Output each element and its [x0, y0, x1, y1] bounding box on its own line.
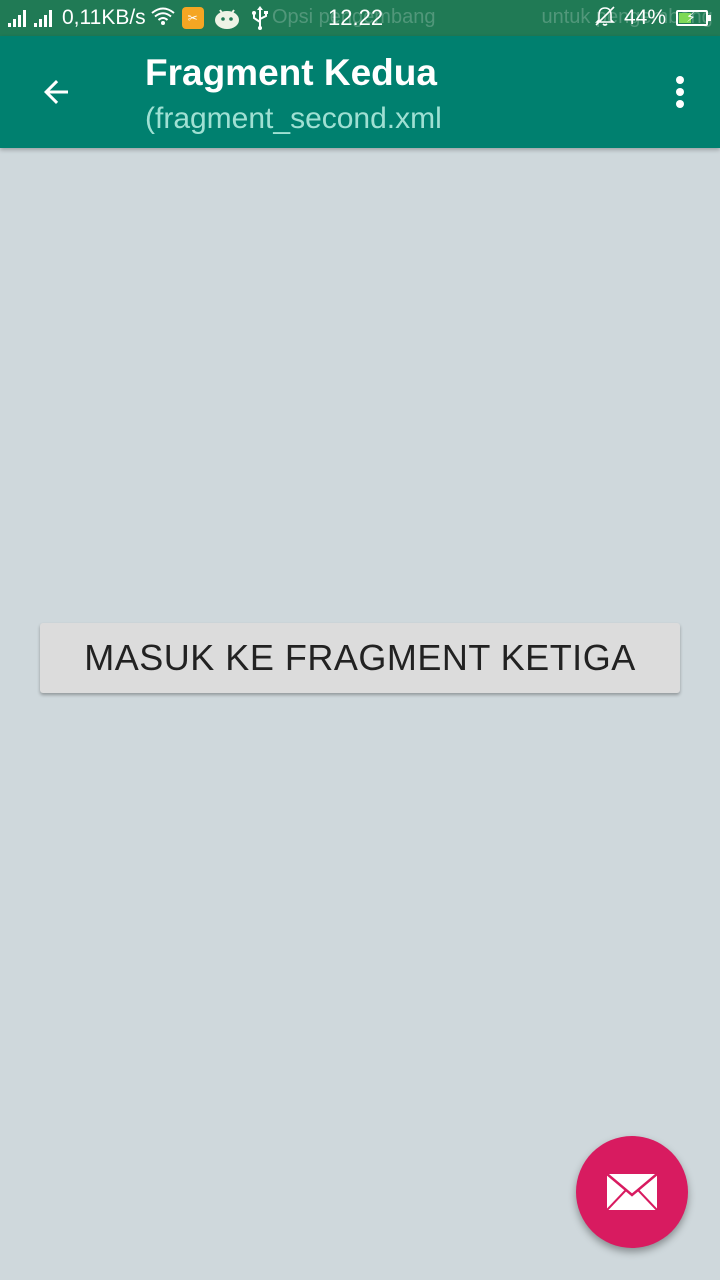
- arrow-back-icon: [44, 80, 68, 104]
- app-bar: Fragment Kedua (fragment_second.xml: [0, 36, 720, 148]
- more-vert-icon[interactable]: [660, 66, 700, 118]
- battery-percent: 44%: [623, 6, 666, 29]
- app-notification-icon: ✂: [181, 7, 204, 29]
- fab-email-button[interactable]: [576, 1136, 688, 1248]
- page-subtitle: (fragment_second.xml: [145, 102, 442, 135]
- signal-icon: [8, 9, 28, 27]
- battery-charging-icon: ⚡: [676, 9, 711, 26]
- wifi-icon: [150, 6, 176, 31]
- usb-icon: [250, 6, 270, 30]
- back-button[interactable]: [24, 60, 88, 124]
- status-time: 12.22: [328, 5, 384, 30]
- network-speed: 0,11KB/s: [62, 6, 146, 29]
- email-icon: [606, 1173, 658, 1211]
- signal-icon: [34, 9, 54, 27]
- page-title: Fragment Kedua: [145, 52, 437, 93]
- status-bar: Opsi pengembang untuk pengembang 0,11KB/s…: [0, 0, 720, 36]
- silent-bell-icon: [594, 5, 616, 32]
- android-icon: [214, 7, 240, 29]
- go-to-fragment-three-button[interactable]: MASUK KE FRAGMENT KETIGA: [40, 623, 680, 693]
